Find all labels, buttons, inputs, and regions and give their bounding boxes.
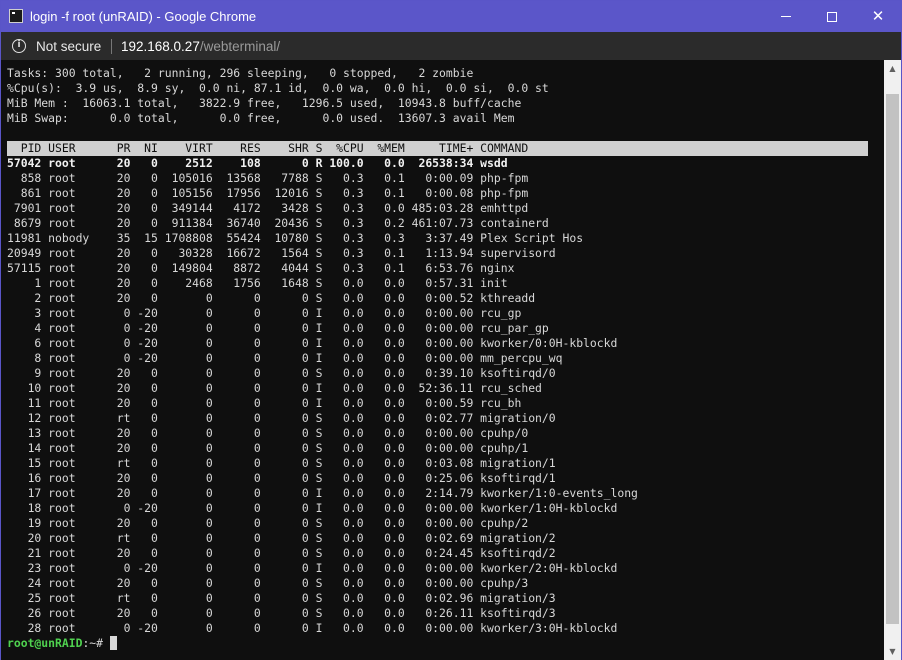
top-summary: Tasks: 300 total, 2 running, 296 sleepin… (7, 66, 884, 126)
process-row: 25 root rt 0 0 0 0 S 0.0 0.0 0:02.96 mig… (7, 591, 556, 605)
maximize-button[interactable] (809, 1, 855, 32)
terminal-cursor (109, 636, 117, 650)
browser-window: login -f root (unRAID) - Google Chrome ✕… (0, 0, 902, 660)
scroll-down-icon[interactable]: ▼ (884, 643, 901, 660)
process-row: 26 root 20 0 0 0 0 S 0.0 0.0 0:26.11 kso… (7, 606, 556, 620)
process-row: 11981 nobody 35 15 1708808 55424 10780 S… (7, 231, 584, 245)
process-row: 8 root 0 -20 0 0 0 I 0.0 0.0 0:00.00 mm_… (7, 351, 563, 365)
process-row: 20949 root 20 0 30328 16672 1564 S 0.3 0… (7, 246, 556, 260)
address-divider (111, 39, 112, 54)
close-icon: ✕ (871, 7, 885, 25)
process-row: 23 root 0 -20 0 0 0 I 0.0 0.0 0:00.00 kw… (7, 561, 618, 575)
process-row: 4 root 0 -20 0 0 0 I 0.0 0.0 0:00.00 rcu… (7, 321, 549, 335)
process-row: 19 root 20 0 0 0 0 S 0.0 0.0 0:00.00 cpu… (7, 516, 529, 530)
process-row: 20 root rt 0 0 0 0 S 0.0 0.0 0:02.69 mig… (7, 531, 556, 545)
summary-line: Tasks: 300 total, 2 running, 296 sleepin… (7, 66, 474, 80)
url-path: /webterminal/ (199, 39, 281, 54)
process-row: 9 root 20 0 0 0 0 S 0.0 0.0 0:39.10 ksof… (7, 366, 556, 380)
summary-line: MiB Mem : 16063.1 total, 3822.9 free, 12… (7, 96, 522, 110)
process-row: 858 root 20 0 105016 13568 7788 S 0.3 0.… (7, 171, 529, 185)
process-table: 57042 root 20 0 2512 108 0 R 100.0 0.0 2… (7, 156, 884, 636)
process-row: 18 root 0 -20 0 0 0 I 0.0 0.0 0:00.00 kw… (7, 501, 618, 515)
summary-line: %Cpu(s): 3.9 us, 8.9 sy, 0.0 ni, 87.1 id… (7, 81, 549, 95)
process-row: 1 root 20 0 2468 1756 1648 S 0.0 0.0 0:5… (7, 276, 508, 290)
process-row: 10 root 20 0 0 0 0 I 0.0 0.0 52:36.11 rc… (7, 381, 542, 395)
scroll-thumb[interactable] (886, 94, 899, 624)
process-row: 11 root 20 0 0 0 0 I 0.0 0.0 0:00.59 rcu… (7, 396, 522, 410)
process-row: 28 root 0 -20 0 0 0 I 0.0 0.0 0:00.00 kw… (7, 621, 618, 635)
maximize-icon (827, 11, 837, 22)
process-row: 8679 root 20 0 911384 36740 20436 S 0.3 … (7, 216, 549, 230)
url-text[interactable]: 192.168.0.27/webterminal/ (121, 39, 280, 54)
process-row: 6 root 0 -20 0 0 0 I 0.0 0.0 0:00.00 kwo… (7, 336, 618, 350)
security-label[interactable]: Not secure (36, 39, 101, 54)
process-row: 12 root rt 0 0 0 0 S 0.0 0.0 0:02.77 mig… (7, 411, 556, 425)
process-row: 24 root 20 0 0 0 0 S 0.0 0.0 0:00.00 cpu… (7, 576, 529, 590)
title-bar[interactable]: login -f root (unRAID) - Google Chrome ✕ (1, 1, 901, 32)
close-button[interactable]: ✕ (855, 1, 901, 32)
process-row: 17 root 20 0 0 0 0 I 0.0 0.0 2:14.79 kwo… (7, 486, 638, 500)
process-row: 57115 root 20 0 149804 8872 4044 S 0.3 0… (7, 261, 515, 275)
process-table-header: PID USER PR NI VIRT RES SHR S %CPU %MEM … (7, 141, 868, 156)
window-title: login -f root (unRAID) - Google Chrome (30, 9, 257, 24)
process-row: 14 root 20 0 0 0 0 S 0.0 0.0 0:00.00 cpu… (7, 441, 529, 455)
process-row: 13 root 20 0 0 0 0 S 0.0 0.0 0:00.00 cpu… (7, 426, 529, 440)
info-icon[interactable]: i (12, 39, 26, 53)
address-bar[interactable]: i Not secure 192.168.0.27/webterminal/ (1, 32, 901, 60)
scroll-up-icon[interactable]: ▲ (884, 60, 901, 77)
process-row: 15 root rt 0 0 0 0 S 0.0 0.0 0:03.08 mig… (7, 456, 556, 470)
shell-prompt[interactable]: root@unRAID:~# (7, 636, 884, 651)
minimize-button[interactable] (763, 1, 809, 32)
process-row: 16 root 20 0 0 0 0 S 0.0 0.0 0:25.06 kso… (7, 471, 556, 485)
terminal-output[interactable]: Tasks: 300 total, 2 running, 296 sleepin… (1, 60, 884, 660)
prompt-path: :~# (82, 636, 104, 650)
vertical-scrollbar[interactable]: ▲ ▼ (884, 60, 901, 660)
process-row: 7901 root 20 0 349144 4172 3428 S 0.3 0.… (7, 201, 529, 215)
process-row: 57042 root 20 0 2512 108 0 R 100.0 0.0 2… (7, 156, 508, 170)
process-row: 861 root 20 0 105156 17956 12016 S 0.3 0… (7, 186, 529, 200)
prompt-user: root@unRAID (7, 636, 83, 650)
process-row: 21 root 20 0 0 0 0 S 0.0 0.0 0:24.45 kso… (7, 546, 556, 560)
url-host: 192.168.0.27 (121, 39, 200, 54)
terminal-app-icon (9, 9, 23, 23)
process-row: 3 root 0 -20 0 0 0 I 0.0 0.0 0:00.00 rcu… (7, 306, 522, 320)
process-row: 2 root 20 0 0 0 0 S 0.0 0.0 0:00.52 kthr… (7, 291, 536, 305)
minimize-icon (781, 16, 791, 17)
summary-line: MiB Swap: 0.0 total, 0.0 free, 0.0 used.… (7, 111, 515, 125)
